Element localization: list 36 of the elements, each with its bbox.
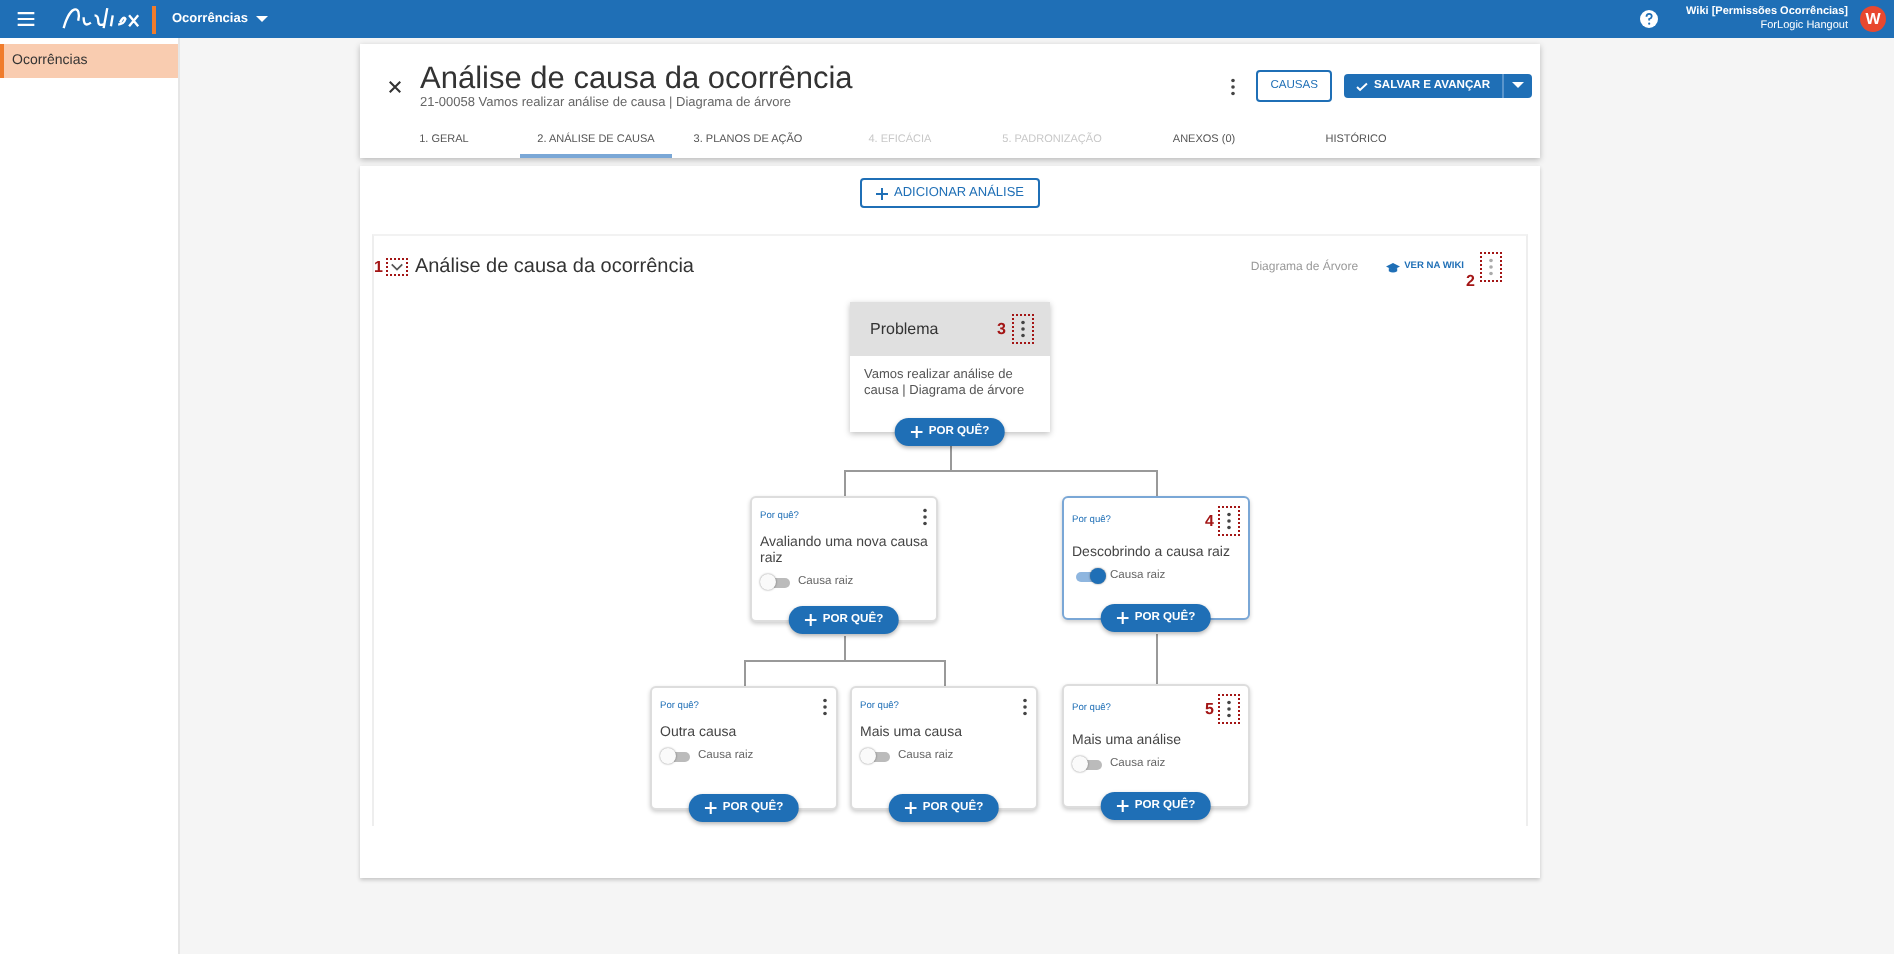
- marker-number: 2: [1466, 272, 1475, 290]
- more-options-icon[interactable]: [1226, 512, 1232, 530]
- more-options-icon[interactable]: [922, 507, 928, 525]
- plus-icon: [910, 426, 923, 438]
- marker-number: 3: [997, 320, 1006, 338]
- marker-number: 1: [374, 258, 383, 276]
- close-icon[interactable]: [388, 79, 402, 93]
- menu-icon[interactable]: [16, 10, 36, 28]
- caret-icon: [1512, 82, 1524, 90]
- more-options-icon[interactable]: [1226, 700, 1232, 718]
- more-options-icon[interactable]: [822, 697, 828, 715]
- root-cause-toggle[interactable]: [864, 751, 890, 761]
- root-cause-toggle[interactable]: [1076, 571, 1102, 581]
- plus-icon: [875, 187, 888, 199]
- more-options-icon[interactable]: [1022, 697, 1028, 715]
- plus-icon: [1116, 800, 1129, 812]
- root-cause-toggle[interactable]: [664, 751, 690, 761]
- graduation-cap-icon: [1386, 261, 1401, 273]
- section-title: Análise de causa da ocorrência: [414, 256, 694, 278]
- plus-icon: [904, 802, 917, 814]
- plus-icon: [1116, 612, 1129, 624]
- caret-icon: [255, 15, 268, 23]
- problem-title: Problema: [870, 320, 941, 338]
- check-icon: [1356, 81, 1369, 91]
- marker-number: 4: [1205, 512, 1214, 530]
- more-options-icon[interactable]: [1230, 77, 1237, 95]
- root-cause-toggle[interactable]: [764, 577, 790, 587]
- chevron-down-icon[interactable]: [390, 262, 405, 272]
- help-icon[interactable]: [1640, 10, 1659, 28]
- root-cause-toggle[interactable]: [1076, 759, 1102, 769]
- plus-icon: [804, 614, 817, 626]
- marker-number: 5: [1205, 700, 1214, 718]
- more-options-icon[interactable]: [1020, 320, 1026, 338]
- user-avatar[interactable]: W: [1860, 6, 1886, 32]
- plus-icon: [704, 802, 717, 814]
- page-title: Análise de causa da ocorrência: [420, 62, 853, 96]
